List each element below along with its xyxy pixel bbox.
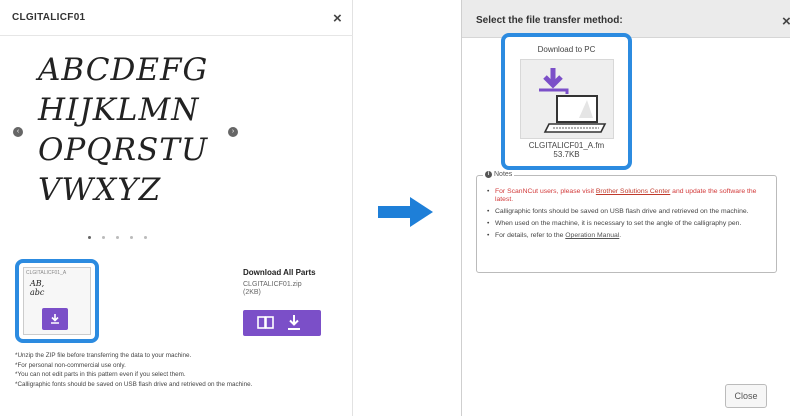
- note-text: For details, refer to the: [495, 232, 566, 239]
- dialog-header: CLGITALICF01 ×: [0, 0, 353, 36]
- glyph-line: HIJKLMN: [38, 92, 200, 128]
- download-to-pc-card: Download to PC CLGITALICF01_A.fm 53.7KB: [501, 33, 632, 170]
- carousel-dot[interactable]: [102, 236, 105, 239]
- file-transfer-dialog: Select the file transfer method: × Downl…: [461, 0, 790, 416]
- usage-note: *For personal non-commercial use only.: [15, 361, 126, 369]
- close-button[interactable]: Close: [725, 384, 767, 408]
- flow-arrow-icon: [378, 197, 433, 227]
- next-arrow-icon[interactable]: ›: [228, 127, 238, 137]
- notes-legend: i Notes: [483, 171, 515, 178]
- usage-note: *You can not edit parts in this pattern …: [15, 371, 186, 378]
- operation-manual-link[interactable]: Operation Manual: [565, 232, 619, 239]
- carousel-dots: [88, 236, 147, 239]
- note-text: .: [619, 232, 622, 239]
- carousel-dot[interactable]: [116, 236, 119, 239]
- usage-note: *Unzip the ZIP file before transferring …: [15, 352, 192, 359]
- file-size: 53.7KB: [553, 150, 580, 159]
- dialog-title: CLGITALICF01: [12, 12, 86, 23]
- close-icon[interactable]: ×: [782, 14, 790, 29]
- carousel-dot[interactable]: [130, 236, 133, 239]
- notes-title: Notes: [494, 171, 513, 178]
- note-item: For ScanNCut users, please visit Brother…: [487, 188, 772, 204]
- download-all-size: (2KB): [243, 289, 261, 296]
- part-thumbnail[interactable]: CLGITALICF01_A AB, abc: [23, 267, 91, 335]
- brother-solutions-link[interactable]: Brother Solutions Center: [596, 188, 670, 195]
- usage-notes: *Unzip the ZIP file before transferring …: [15, 351, 345, 389]
- dialog-title: Select the file transfer method:: [476, 15, 623, 26]
- screenshot-stage: CLGITALICF01 × ABCDEFG HIJKLMN OPQRSTU V…: [0, 0, 790, 416]
- glyph-line: ABCDEFG: [38, 52, 209, 88]
- book-download-icon: [257, 315, 300, 330]
- download-icon: [51, 314, 59, 324]
- carousel-dot[interactable]: [88, 236, 91, 239]
- previous-arrow-icon[interactable]: ‹: [13, 127, 23, 137]
- info-icon: i: [485, 171, 492, 178]
- download-to-pc-label: Download to PC: [537, 45, 596, 54]
- carousel-dot[interactable]: [144, 236, 147, 239]
- part-label: CLGITALICF01_A: [26, 270, 67, 276]
- download-all-parts: Download All Parts CLGITALICF01.zip (2KB…: [243, 268, 343, 336]
- laptop-download-icon: [539, 68, 607, 133]
- close-icon[interactable]: ×: [333, 11, 342, 26]
- glyph-line: VWXYZ: [38, 172, 162, 208]
- part-sample-line: AB,: [30, 279, 45, 288]
- download-all-file: CLGITALICF01.zip: [243, 281, 302, 288]
- part-sample-line: abc: [30, 288, 45, 297]
- glyph-line: OPQRSTU: [38, 132, 209, 168]
- usage-note: *Calligraphic fonts should be saved on U…: [15, 380, 253, 388]
- download-all-button[interactable]: [243, 310, 321, 336]
- part-download-button[interactable]: [42, 308, 68, 330]
- part-sample: AB, abc: [30, 279, 44, 297]
- part-card-highlighted: CLGITALICF01_A AB, abc: [15, 259, 99, 343]
- pattern-detail-dialog: CLGITALICF01 × ABCDEFG HIJKLMN OPQRSTU V…: [0, 0, 353, 416]
- note-text: For ScanNCut users, please visit: [495, 188, 596, 195]
- file-name: CLGITALICF01_A.fm: [528, 141, 605, 150]
- download-to-pc-button[interactable]: [520, 59, 614, 139]
- notes-list: For ScanNCut users, please visit Brother…: [487, 188, 772, 244]
- note-item: For details, refer to the Operation Manu…: [487, 232, 772, 240]
- font-preview: ABCDEFG HIJKLMN OPQRSTU VWXYZ: [38, 50, 228, 210]
- download-all-title: Download All Parts: [243, 268, 316, 277]
- note-item: When used on the machine, it is necessar…: [487, 220, 772, 228]
- notes-panel: i Notes For ScanNCut users, please visit…: [476, 171, 777, 273]
- note-item: Calligraphic fonts should be saved on US…: [487, 208, 772, 216]
